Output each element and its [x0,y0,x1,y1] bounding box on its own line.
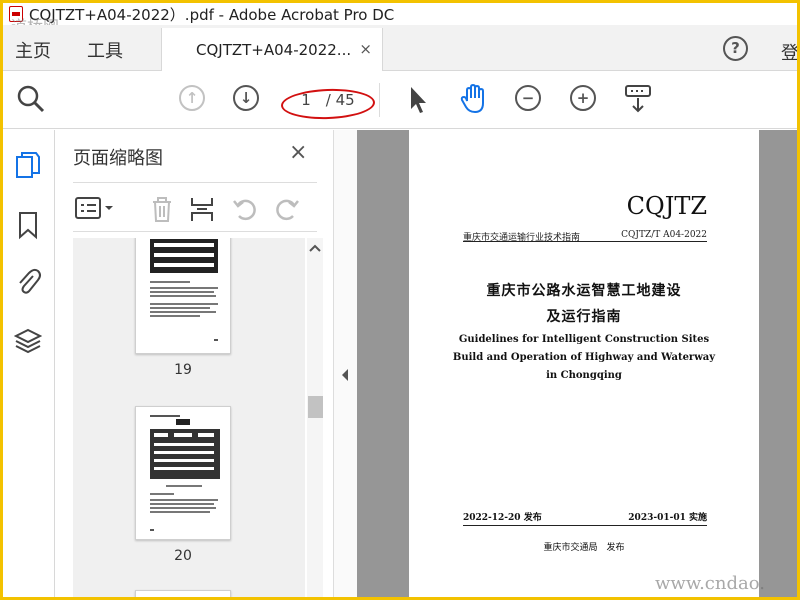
issue-date: 2022-12-20 发布 [463,513,542,523]
document-page: CQJTZ 重庆市交通运输行业技术指南 CQJTZ/T A04-2022 重庆市… [409,130,759,597]
collapse-left-icon[interactable] [340,368,350,386]
document-viewer[interactable]: CQJTZ 重庆市交通运输行业技术指南 CQJTZ/T A04-2022 重庆市… [357,130,797,597]
bookmark-icon[interactable] [14,210,42,240]
thumbnail-page-20[interactable] [135,406,231,540]
toolbar: ↑ ↓ 1 / 45 − + [3,71,797,129]
sign-in-button[interactable]: 登 [781,39,797,65]
document-dates: 2022-12-20 发布 2023-01-01 实施 [463,510,707,526]
toolbar-separator [379,83,380,117]
insert-page-icon[interactable] [189,195,215,227]
app-window: CQJTZT+A04-2022）.pdf - Adobe Acrobat Pro… [0,0,800,600]
left-tool-rail [3,130,55,597]
document-header: 重庆市交通运输行业技术指南 CQJTZ/T A04-2022 [463,230,707,243]
document-title-line1: 重庆市公路水运智慧工地建设 [486,283,682,299]
panel-close-icon[interactable]: × [289,140,307,165]
scroll-mode-icon[interactable] [623,83,653,119]
zoom-out-icon[interactable]: − [515,85,541,111]
scrollbar-thumb[interactable] [308,396,323,418]
window-title: CQJTZT+A04-2022）.pdf - Adobe Acrobat Pro… [29,5,395,24]
menu-home[interactable]: 主页 [15,37,51,63]
thumbnail-label-20: 20 [174,548,192,564]
thumbnail-panel: 页面缩略图 × 19 20 [55,130,333,597]
thumbnail-page-21[interactable] [135,590,231,597]
document-header-left: 重庆市交通运输行业技术指南 [463,233,581,243]
thumbnail-label-19: 19 [174,362,192,378]
document-header-right: CQJTZ/T A04-2022 [621,230,707,240]
rotate-right-icon[interactable] [273,195,301,227]
attachment-icon[interactable] [14,266,42,294]
pdf-file-icon [9,6,23,22]
search-zoom-icon[interactable] [15,83,47,119]
thumbnail-page-19-preview [150,239,218,341]
thumbnail-page-20-preview [150,415,220,531]
document-en-line2: Build and Operation of Highway and Water… [452,352,716,363]
document-publisher: 重庆市交通局 发布 [543,543,625,553]
delete-icon[interactable] [149,195,175,227]
document-en-line3: in Chongqing [546,370,622,381]
document-title-line2: 及运行指南 [546,309,622,325]
title-bar: CQJTZT+A04-2022）.pdf - Adobe Acrobat Pro… [3,3,797,25]
layers-icon[interactable] [13,326,43,354]
rotate-left-icon[interactable] [231,195,259,227]
document-tab-label: CQJTZT+A04-2022... [196,41,352,59]
watermark-url-bottom: www.cndao. [655,573,765,594]
effective-date: 2023-01-01 实施 [628,513,707,523]
help-icon[interactable]: ? [723,36,748,61]
document-tab[interactable]: CQJTZT+A04-2022... × [161,28,383,72]
hand-tool-icon[interactable] [459,83,489,119]
options-icon[interactable] [75,195,115,225]
document-code: CQJTZ [626,192,707,220]
panel-toolbar [73,182,317,232]
panel-title: 页面缩略图 [73,148,163,169]
page-up-icon[interactable]: ↑ [179,85,205,111]
scroll-up-icon[interactable] [308,242,322,256]
select-cursor-icon[interactable] [407,85,429,119]
zoom-in-icon[interactable]: + [570,85,596,111]
menu-bar: 主页 工具 CQJTZT+A04-2022... × ? 登 [3,25,797,72]
document-en-line1: Guidelines for Intelligent Construction … [458,334,710,345]
menu-tools[interactable]: 工具 [87,37,123,63]
tab-close-icon[interactable]: × [359,40,372,58]
panel-collapse-strip[interactable] [333,130,357,597]
thumbnail-list: 19 20 [73,238,305,597]
thumbnail-page-19[interactable] [135,238,231,354]
pages-icon[interactable] [14,150,42,178]
thumbnail-scrollbar[interactable] [307,238,323,597]
page-down-icon[interactable]: ↓ [233,85,259,111]
